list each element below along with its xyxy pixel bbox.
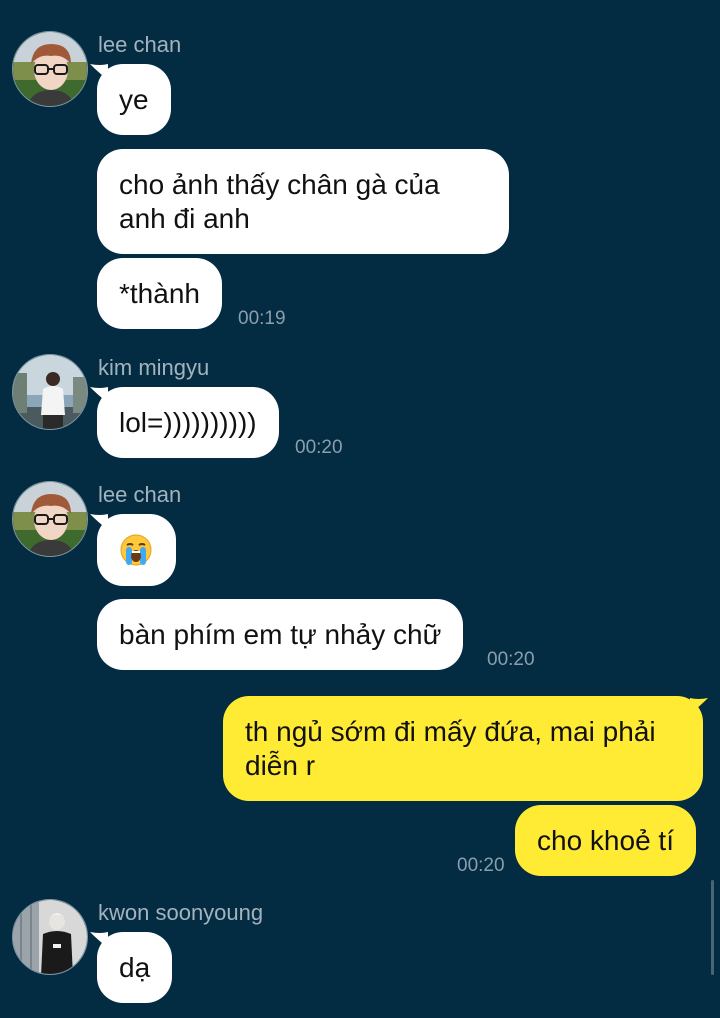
message-bubble[interactable]: bàn phím em tự nhảy chữ [97, 599, 464, 670]
outgoing-message-bubble[interactable]: cho khoẻ tí [515, 805, 696, 876]
outgoing-message-bubble[interactable]: th ngủ sớm đi mấy đứa, mai phải diễn r [223, 696, 703, 801]
scrollbar[interactable] [711, 880, 714, 975]
message-timestamp: 00:20 [487, 649, 535, 670]
avatar-image [13, 900, 87, 974]
avatar-lee-chan[interactable] [12, 31, 88, 107]
avatar-kwon-soonyoung[interactable] [12, 899, 88, 975]
avatar-lee-chan[interactable] [12, 481, 88, 557]
sender-name: kim mingyu [98, 355, 210, 380]
message-bubble[interactable]: dạ [97, 932, 173, 1003]
message-bubble[interactable] [97, 514, 176, 586]
message-timestamp: 00:19 [238, 308, 286, 329]
avatar-image [13, 32, 87, 106]
message-bubble[interactable]: *thành [97, 258, 222, 329]
sender-name: lee chan [98, 482, 182, 507]
sender-name: lee chan [98, 32, 182, 57]
loudly-crying-face-icon [119, 533, 153, 567]
message-bubble[interactable]: lol=)))))))))) [97, 387, 279, 458]
avatar-image [13, 355, 87, 429]
message-bubble[interactable]: cho ảnh thấy chân gà của anh đi anh [97, 149, 509, 254]
message-bubble[interactable]: ye [97, 64, 171, 135]
avatar-kim-mingyu[interactable] [12, 354, 88, 430]
sender-name: kwon soonyoung [98, 900, 264, 925]
avatar-image [13, 482, 87, 556]
message-timestamp: 00:20 [295, 437, 343, 458]
message-timestamp: 00:20 [457, 855, 505, 876]
